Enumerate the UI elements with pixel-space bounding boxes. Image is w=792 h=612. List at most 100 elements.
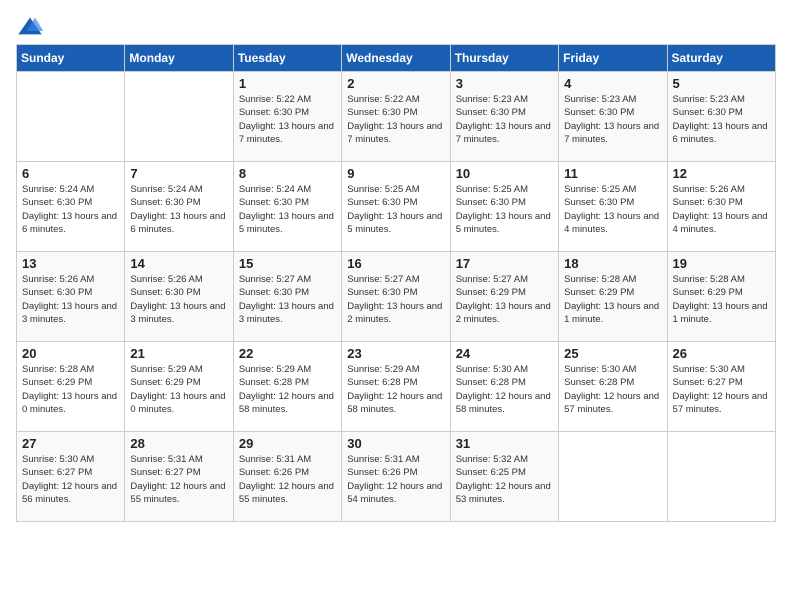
calendar-cell: 13Sunrise: 5:26 AM Sunset: 6:30 PM Dayli…: [17, 252, 125, 342]
calendar-cell: 16 Sunrise: 5:27 AM Sunset: 6:30 PM Dayli…: [342, 252, 450, 342]
calendar-cell: 22 Sunrise: 5:29 AM Sunset: 6:28 PM Dayli…: [233, 342, 341, 432]
week-row-2: 6Sunrise: 5:24 AM Sunset: 6:30 PM Daylig…: [17, 162, 776, 252]
calendar-cell: 2 Sunrise: 5:22 AM Sunset: 6:30 PM Daylig…: [342, 72, 450, 162]
day-info: Sunrise: 5:30 AM Sunset: 6:27 PM Dayligh…: [22, 453, 119, 506]
calendar-header-row: SundayMondayTuesdayWednesdayThursdayFrid…: [17, 45, 776, 72]
calendar-cell: 12Sunrise: 5:26 AM Sunset: 6:30 PM Dayli…: [667, 162, 775, 252]
calendar-cell: 4 Sunrise: 5:23 AM Sunset: 6:30 PM Daylig…: [559, 72, 667, 162]
day-info: Sunrise: 5:31 AM Sunset: 6:26 PM Dayligh…: [347, 453, 444, 506]
day-info: Sunrise: 5:23 AM Sunset: 6:30 PM Dayligh…: [456, 93, 553, 146]
day-info: Sunrise: 5:26 AM Sunset: 6:30 PM Dayligh…: [673, 183, 770, 236]
day-number: 11: [564, 166, 661, 181]
calendar-table: SundayMondayTuesdayWednesdayThursdayFrid…: [16, 44, 776, 522]
week-row-1: 1Sunrise: 5:22 AM Sunset: 6:30 PM Daylig…: [17, 72, 776, 162]
day-info: Sunrise: 5:25 AM Sunset: 6:30 PM Dayligh…: [564, 183, 661, 236]
day-info: Sunrise: 5:29 AM Sunset: 6:29 PM Dayligh…: [130, 363, 227, 416]
day-number: 3: [456, 76, 553, 91]
calendar-cell: 28 Sunrise: 5:31 AM Sunset: 6:27 PM Dayli…: [125, 432, 233, 522]
day-info: Sunrise: 5:28 AM Sunset: 6:29 PM Dayligh…: [22, 363, 119, 416]
day-number: 2: [347, 76, 444, 91]
day-number: 31: [456, 436, 553, 451]
day-info: Sunrise: 5:24 AM Sunset: 6:30 PM Dayligh…: [22, 183, 119, 236]
day-info: Sunrise: 5:22 AM Sunset: 6:30 PM Dayligh…: [347, 93, 444, 146]
calendar-cell: 1Sunrise: 5:22 AM Sunset: 6:30 PM Daylig…: [233, 72, 341, 162]
calendar-cell: 15 Sunrise: 5:27 AM Sunset: 6:30 PM Dayli…: [233, 252, 341, 342]
calendar-cell: 7Sunrise: 5:24 AM Sunset: 6:30 PM Daylig…: [125, 162, 233, 252]
calendar-cell: [17, 72, 125, 162]
calendar-cell: 8Sunrise: 5:24 AM Sunset: 6:30 PM Daylig…: [233, 162, 341, 252]
day-info: Sunrise: 5:28 AM Sunset: 6:29 PM Dayligh…: [673, 273, 770, 326]
day-info: Sunrise: 5:23 AM Sunset: 6:30 PM Dayligh…: [673, 93, 770, 146]
day-number: 19: [673, 256, 770, 271]
calendar-cell: 24 Sunrise: 5:30 AM Sunset: 6:28 PM Dayli…: [450, 342, 558, 432]
day-number: 20: [22, 346, 119, 361]
day-info: Sunrise: 5:30 AM Sunset: 6:28 PM Dayligh…: [564, 363, 661, 416]
day-info: Sunrise: 5:31 AM Sunset: 6:27 PM Dayligh…: [130, 453, 227, 506]
calendar-cell: 31 Sunrise: 5:32 AM Sunset: 6:25 PM Dayli…: [450, 432, 558, 522]
day-number: 16: [347, 256, 444, 271]
calendar-cell: 17Sunrise: 5:27 AM Sunset: 6:29 PM Dayli…: [450, 252, 558, 342]
day-info: Sunrise: 5:23 AM Sunset: 6:30 PM Dayligh…: [564, 93, 661, 146]
calendar-cell: 19 Sunrise: 5:28 AM Sunset: 6:29 PM Dayli…: [667, 252, 775, 342]
day-info: Sunrise: 5:27 AM Sunset: 6:30 PM Dayligh…: [239, 273, 336, 326]
calendar-cell: 6Sunrise: 5:24 AM Sunset: 6:30 PM Daylig…: [17, 162, 125, 252]
day-number: 14: [130, 256, 227, 271]
calendar-cell: 26 Sunrise: 5:30 AM Sunset: 6:27 PM Dayli…: [667, 342, 775, 432]
day-info: Sunrise: 5:29 AM Sunset: 6:28 PM Dayligh…: [347, 363, 444, 416]
calendar-cell: [125, 72, 233, 162]
header-wednesday: Wednesday: [342, 45, 450, 72]
day-number: 23: [347, 346, 444, 361]
logo-icon: [16, 16, 44, 36]
day-number: 22: [239, 346, 336, 361]
day-number: 7: [130, 166, 227, 181]
day-info: Sunrise: 5:30 AM Sunset: 6:27 PM Dayligh…: [673, 363, 770, 416]
week-row-5: 27 Sunrise: 5:30 AM Sunset: 6:27 PM Dayli…: [17, 432, 776, 522]
page-header: [16, 16, 776, 36]
calendar-cell: 20 Sunrise: 5:28 AM Sunset: 6:29 PM Dayli…: [17, 342, 125, 432]
day-info: Sunrise: 5:22 AM Sunset: 6:30 PM Dayligh…: [239, 93, 336, 146]
calendar-cell: [559, 432, 667, 522]
day-number: 26: [673, 346, 770, 361]
day-number: 25: [564, 346, 661, 361]
calendar-cell: 3 Sunrise: 5:23 AM Sunset: 6:30 PM Daylig…: [450, 72, 558, 162]
calendar-cell: 11 Sunrise: 5:25 AM Sunset: 6:30 PM Dayli…: [559, 162, 667, 252]
day-number: 21: [130, 346, 227, 361]
day-number: 28: [130, 436, 227, 451]
logo: [16, 16, 48, 36]
calendar-cell: 30 Sunrise: 5:31 AM Sunset: 6:26 PM Dayli…: [342, 432, 450, 522]
day-info: Sunrise: 5:26 AM Sunset: 6:30 PM Dayligh…: [130, 273, 227, 326]
day-number: 4: [564, 76, 661, 91]
day-info: Sunrise: 5:27 AM Sunset: 6:29 PM Dayligh…: [456, 273, 553, 326]
calendar-cell: 14 Sunrise: 5:26 AM Sunset: 6:30 PM Dayli…: [125, 252, 233, 342]
day-number: 18: [564, 256, 661, 271]
calendar-cell: 5Sunrise: 5:23 AM Sunset: 6:30 PM Daylig…: [667, 72, 775, 162]
day-number: 29: [239, 436, 336, 451]
day-info: Sunrise: 5:29 AM Sunset: 6:28 PM Dayligh…: [239, 363, 336, 416]
header-sunday: Sunday: [17, 45, 125, 72]
day-number: 30: [347, 436, 444, 451]
day-info: Sunrise: 5:31 AM Sunset: 6:26 PM Dayligh…: [239, 453, 336, 506]
calendar-cell: 9 Sunrise: 5:25 AM Sunset: 6:30 PM Daylig…: [342, 162, 450, 252]
calendar-cell: 27 Sunrise: 5:30 AM Sunset: 6:27 PM Dayli…: [17, 432, 125, 522]
day-info: Sunrise: 5:28 AM Sunset: 6:29 PM Dayligh…: [564, 273, 661, 326]
day-info: Sunrise: 5:30 AM Sunset: 6:28 PM Dayligh…: [456, 363, 553, 416]
day-info: Sunrise: 5:27 AM Sunset: 6:30 PM Dayligh…: [347, 273, 444, 326]
day-info: Sunrise: 5:26 AM Sunset: 6:30 PM Dayligh…: [22, 273, 119, 326]
day-number: 10: [456, 166, 553, 181]
week-row-4: 20 Sunrise: 5:28 AM Sunset: 6:29 PM Dayli…: [17, 342, 776, 432]
calendar-cell: 25 Sunrise: 5:30 AM Sunset: 6:28 PM Dayli…: [559, 342, 667, 432]
day-number: 9: [347, 166, 444, 181]
day-number: 27: [22, 436, 119, 451]
week-row-3: 13Sunrise: 5:26 AM Sunset: 6:30 PM Dayli…: [17, 252, 776, 342]
day-info: Sunrise: 5:25 AM Sunset: 6:30 PM Dayligh…: [456, 183, 553, 236]
day-number: 8: [239, 166, 336, 181]
day-info: Sunrise: 5:32 AM Sunset: 6:25 PM Dayligh…: [456, 453, 553, 506]
calendar-cell: 18 Sunrise: 5:28 AM Sunset: 6:29 PM Dayli…: [559, 252, 667, 342]
day-info: Sunrise: 5:25 AM Sunset: 6:30 PM Dayligh…: [347, 183, 444, 236]
header-monday: Monday: [125, 45, 233, 72]
day-number: 15: [239, 256, 336, 271]
header-friday: Friday: [559, 45, 667, 72]
header-tuesday: Tuesday: [233, 45, 341, 72]
day-number: 24: [456, 346, 553, 361]
calendar-cell: [667, 432, 775, 522]
